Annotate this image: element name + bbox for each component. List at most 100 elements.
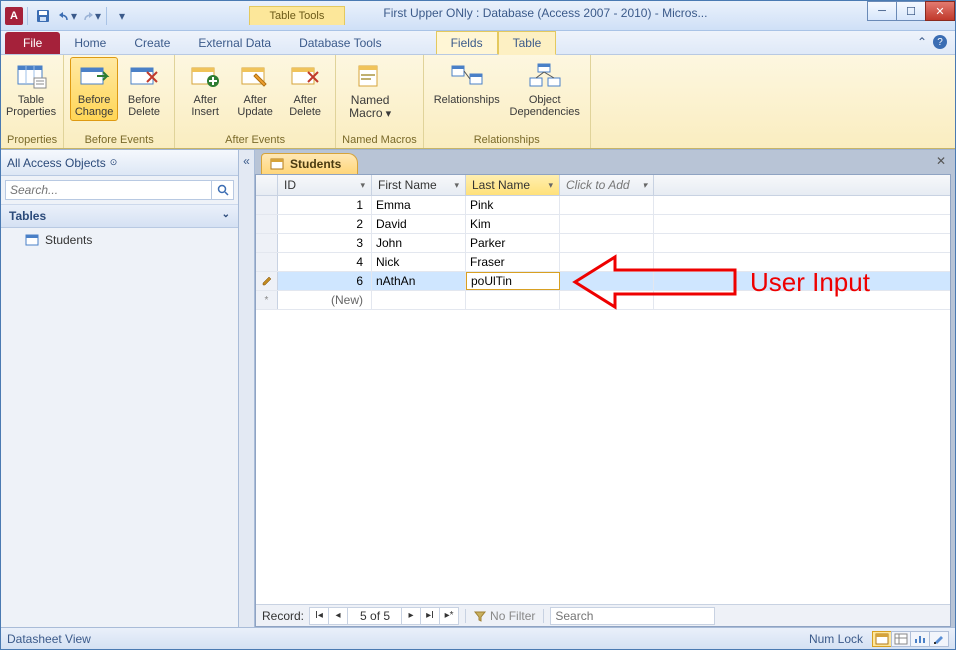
- last-record-button[interactable]: ▸I: [420, 607, 440, 625]
- save-icon[interactable]: [32, 5, 54, 27]
- table-icon: [270, 157, 284, 171]
- select-all-corner[interactable]: [256, 175, 278, 195]
- status-bar: Datasheet View Num Lock: [1, 627, 955, 649]
- row-selector[interactable]: [256, 253, 278, 271]
- cell-first-name[interactable]: nAthAn: [372, 272, 466, 290]
- cell-id[interactable]: 6: [278, 272, 372, 290]
- ribbon-tab-row: File Home Create External Data Database …: [1, 31, 955, 55]
- column-header-last-name[interactable]: Last Name▾: [466, 175, 560, 195]
- cell-id[interactable]: 3: [278, 234, 372, 252]
- column-header-click-to-add[interactable]: Click to Add▾: [560, 175, 654, 195]
- document-area: Students ✕ ID▾ First Name▾ Last Name▾ Cl…: [255, 150, 955, 627]
- cell-last-name[interactable]: Parker: [466, 234, 560, 252]
- table-row[interactable]: 4 Nick Fraser: [256, 253, 950, 272]
- cell-first-name[interactable]: David: [372, 215, 466, 233]
- ribbon: Table Properties Properties Before Chang…: [1, 55, 955, 149]
- table-row-editing[interactable]: 6 nAthAn poUlTin: [256, 272, 950, 291]
- cell-first-name[interactable]: John: [372, 234, 466, 252]
- column-dropdown-icon[interactable]: ▾: [642, 180, 647, 191]
- cell-id-new[interactable]: (New): [278, 291, 372, 309]
- row-selector-new[interactable]: *: [256, 291, 278, 309]
- tab-fields[interactable]: Fields: [436, 31, 498, 54]
- close-button[interactable]: ✕: [925, 1, 955, 21]
- search-icon[interactable]: [212, 180, 234, 200]
- column-dropdown-icon[interactable]: ▾: [360, 180, 365, 191]
- document-close-button[interactable]: ✕: [933, 154, 949, 170]
- status-numlock: Num Lock: [809, 632, 863, 646]
- nav-header[interactable]: All Access Objects ⊙: [1, 150, 238, 176]
- cell-id[interactable]: 2: [278, 215, 372, 233]
- nav-search: [1, 176, 238, 205]
- after-insert-button[interactable]: After Insert: [181, 57, 229, 121]
- row-selector-editing[interactable]: [256, 272, 278, 290]
- cell-id[interactable]: 4: [278, 253, 372, 271]
- object-dependencies-icon: [529, 60, 561, 92]
- before-change-button[interactable]: Before Change: [70, 57, 118, 121]
- table-row[interactable]: 2 David Kim: [256, 215, 950, 234]
- relationships-icon: [451, 60, 483, 92]
- tab-create[interactable]: Create: [120, 32, 184, 54]
- tab-table[interactable]: Table: [498, 31, 557, 55]
- cell-last-name[interactable]: Kim: [466, 215, 560, 233]
- named-macro-button[interactable]: Named Macro ▾: [342, 57, 398, 123]
- prev-record-button[interactable]: ◂: [328, 607, 348, 625]
- object-dependencies-button[interactable]: Object Dependencies: [506, 57, 584, 121]
- nav-item-students[interactable]: Students: [1, 228, 238, 252]
- table-row[interactable]: 3 John Parker: [256, 234, 950, 253]
- pivot-table-view-button[interactable]: [891, 631, 911, 647]
- grid[interactable]: ID▾ First Name▾ Last Name▾ Click to Add▾…: [256, 175, 950, 604]
- column-dropdown-icon[interactable]: ▾: [548, 180, 553, 191]
- table-row[interactable]: 1 Emma Pink: [256, 196, 950, 215]
- access-app-icon[interactable]: A: [5, 7, 23, 25]
- collapse-category-icon[interactable]: ⌄: [222, 209, 230, 223]
- cell-first-name[interactable]: Emma: [372, 196, 466, 214]
- ribbon-minimize-icon[interactable]: ⌃: [917, 35, 927, 49]
- cell-first-name[interactable]: Nick: [372, 253, 466, 271]
- file-tab[interactable]: File: [5, 32, 60, 54]
- nav-search-input[interactable]: [5, 180, 212, 200]
- row-selector[interactable]: [256, 234, 278, 252]
- nav-header-dropdown-icon[interactable]: ⊙: [110, 157, 118, 168]
- table-properties-icon: [15, 60, 47, 92]
- tab-home[interactable]: Home: [60, 32, 120, 54]
- new-record-button[interactable]: ▸*: [439, 607, 459, 625]
- after-delete-button[interactable]: After Delete: [281, 57, 329, 121]
- tab-database-tools[interactable]: Database Tools: [285, 32, 396, 54]
- tab-external-data[interactable]: External Data: [184, 32, 285, 54]
- first-record-button[interactable]: I◂: [309, 607, 329, 625]
- datasheet-view-button[interactable]: [872, 631, 892, 647]
- table-properties-button[interactable]: Table Properties: [7, 57, 55, 121]
- cell-last-name[interactable]: Pink: [466, 196, 560, 214]
- column-header-first-name[interactable]: First Name▾: [372, 175, 466, 195]
- cell-last-name[interactable]: Fraser: [466, 253, 560, 271]
- redo-icon[interactable]: ▾: [80, 5, 102, 27]
- row-selector[interactable]: [256, 196, 278, 214]
- before-delete-button[interactable]: Before Delete: [120, 57, 168, 121]
- maximize-button[interactable]: ☐: [896, 1, 926, 21]
- minimize-button[interactable]: ─: [867, 1, 897, 21]
- next-record-button[interactable]: ▸: [401, 607, 421, 625]
- row-selector[interactable]: [256, 215, 278, 233]
- document-tab-students[interactable]: Students: [261, 153, 358, 174]
- group-named-label: Named Macros: [342, 132, 417, 148]
- table-row-new[interactable]: * (New): [256, 291, 950, 310]
- filter-indicator[interactable]: No Filter: [465, 609, 544, 623]
- grid-header-row: ID▾ First Name▾ Last Name▾ Click to Add▾: [256, 175, 950, 196]
- record-position[interactable]: 5 of 5: [347, 607, 403, 625]
- record-search-input[interactable]: [550, 607, 715, 625]
- filter-icon: [474, 610, 486, 622]
- cell-last-name-editing[interactable]: poUlTin: [466, 272, 560, 290]
- design-view-button[interactable]: [929, 631, 949, 647]
- column-dropdown-icon[interactable]: ▾: [454, 180, 459, 191]
- column-header-id[interactable]: ID▾: [278, 175, 372, 195]
- nav-collapse-bar[interactable]: «: [239, 150, 255, 627]
- cell-id[interactable]: 1: [278, 196, 372, 214]
- relationships-button[interactable]: Relationships: [430, 57, 504, 109]
- pivot-chart-view-button[interactable]: [910, 631, 930, 647]
- nav-category-tables[interactable]: Tables ⌄: [1, 205, 238, 228]
- qat-customize-icon[interactable]: ▾: [111, 5, 133, 27]
- group-after-label: After Events: [181, 132, 329, 148]
- help-icon[interactable]: ?: [933, 35, 947, 49]
- after-update-button[interactable]: After Update: [231, 57, 279, 121]
- undo-icon[interactable]: ▾: [56, 5, 78, 27]
